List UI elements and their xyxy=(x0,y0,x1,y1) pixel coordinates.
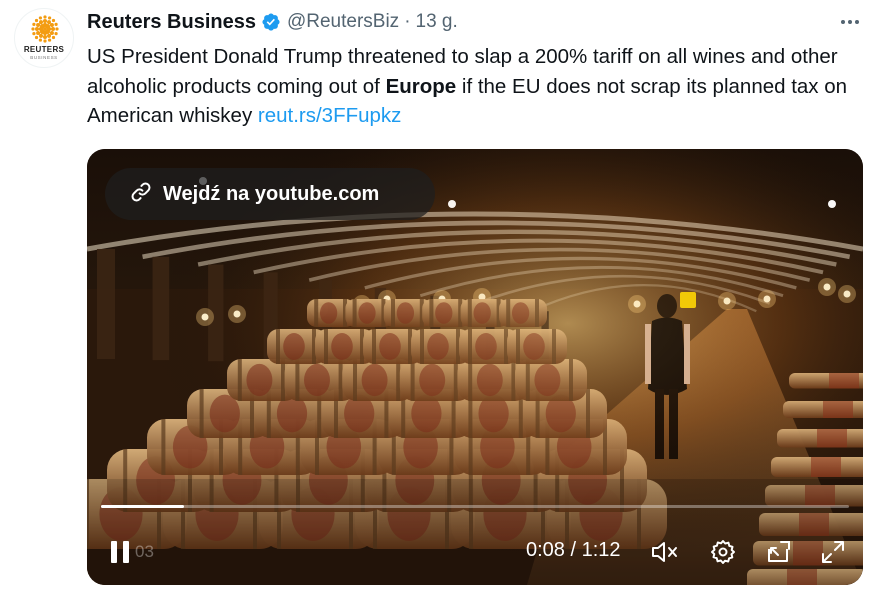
video-controls: 03 0:08 / 1:12 xyxy=(87,534,863,572)
author-handle[interactable]: @ReutersBiz xyxy=(287,11,399,33)
video-progress-bar[interactable] xyxy=(101,505,849,508)
video-current-time: 0:08 xyxy=(526,539,565,561)
mute-icon[interactable] xyxy=(647,534,683,570)
video-watermark: 03 xyxy=(135,542,154,561)
pip-icon[interactable] xyxy=(761,534,797,570)
youtube-link-pill[interactable]: Wejdź na youtube.com xyxy=(105,168,435,220)
verified-badge-icon[interactable] xyxy=(261,12,281,32)
avatar-logo-text: REUTERS xyxy=(23,45,65,54)
video-progress-fill xyxy=(101,505,185,508)
tweet-header: Reuters Business @ReutersBiz · 13 g. xyxy=(87,9,458,35)
tweet-link[interactable]: reut.rs/3FFupkz xyxy=(258,104,402,127)
header-separator: · xyxy=(404,11,411,32)
author-name[interactable]: Reuters Business xyxy=(87,11,256,34)
settings-icon[interactable] xyxy=(705,534,741,570)
tweet-text-bold: Europe xyxy=(385,74,457,98)
tweet-text: US President Donald Trump threatened to … xyxy=(87,42,877,131)
pause-icon[interactable] xyxy=(107,534,135,570)
youtube-link-label: Wejdź na youtube.com xyxy=(163,182,380,205)
more-options-icon[interactable] xyxy=(832,10,868,34)
video-time-separator: / xyxy=(564,539,582,561)
tweet-timestamp[interactable]: 13 g. xyxy=(416,11,458,33)
video-time-readout: 0:08 / 1:12 xyxy=(526,539,621,562)
fullscreen-icon[interactable] xyxy=(815,534,851,570)
video-player[interactable]: Wejdź na youtube.com 03 0:08 / 1:12 xyxy=(87,149,863,585)
avatar-logo-subtext: BUSINESS xyxy=(30,55,58,60)
author-avatar[interactable]: REUTERS BUSINESS xyxy=(14,8,74,68)
video-duration: 1:12 xyxy=(581,539,621,561)
link-icon xyxy=(129,180,153,209)
